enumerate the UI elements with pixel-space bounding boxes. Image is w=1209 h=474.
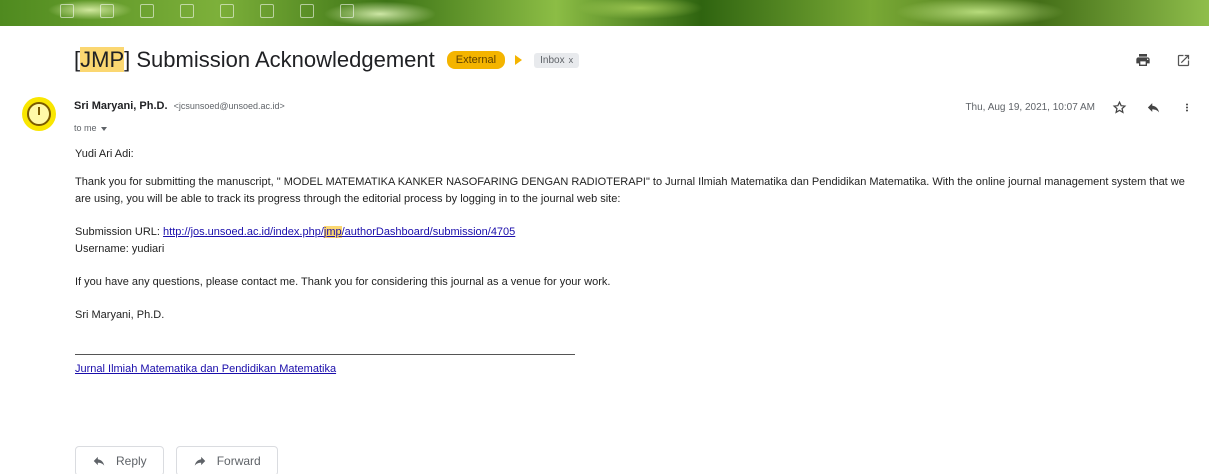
submission-url-link[interactable]: http://jos.unsoed.ac.id/index.php/jmp/au… bbox=[163, 226, 515, 238]
url-part-end: /authorDashboard/submission/4705 bbox=[341, 226, 516, 238]
message-body: Yudi Ari Adi: Thank you for submitting t… bbox=[75, 146, 1195, 378]
toolbar-icons bbox=[60, 4, 354, 18]
sender-email: <jcsunsoed@unsoed.ac.id> bbox=[173, 101, 285, 111]
toolbar-icon[interactable] bbox=[180, 4, 194, 18]
journal-link[interactable]: Jurnal Ilmiah Matematika dan Pendidikan … bbox=[75, 363, 336, 375]
remove-label-icon[interactable]: x bbox=[569, 55, 574, 65]
submission-url-line: Submission URL: http://jos.unsoed.ac.id/… bbox=[75, 224, 1195, 241]
forward-label: Forward bbox=[216, 454, 261, 468]
external-badge: External bbox=[446, 51, 506, 69]
sender-avatar[interactable] bbox=[22, 97, 56, 131]
message-date: Thu, Aug 19, 2021, 10:07 AM bbox=[965, 101, 1095, 113]
theme-banner bbox=[0, 0, 1209, 26]
thread-actions bbox=[1133, 50, 1193, 70]
email-view: [JMP] Submission Acknowledgement Externa… bbox=[0, 0, 1209, 474]
print-button[interactable] bbox=[1133, 50, 1153, 70]
star-icon bbox=[1112, 100, 1126, 114]
subject-row: [JMP] Submission Acknowledgement Externa… bbox=[74, 44, 580, 76]
open-in-new-window-button[interactable] bbox=[1173, 50, 1193, 70]
subject-text: Submission Acknowledgement bbox=[130, 47, 435, 72]
sender-info: Sri Maryani, Ph.D. <jcsunsoed@unsoed.ac.… bbox=[74, 100, 285, 112]
inbox-label-text: Inbox bbox=[540, 54, 565, 66]
inbox-label-chip[interactable]: Inbox x bbox=[534, 52, 580, 68]
forward-action-button[interactable]: Forward bbox=[175, 446, 278, 474]
body-paragraph-1: Thank you for submitting the manuscript,… bbox=[75, 176, 1185, 205]
important-marker-icon[interactable] bbox=[515, 55, 523, 65]
signature-name: Sri Maryani, Ph.D. bbox=[75, 309, 165, 321]
toolbar-icon[interactable] bbox=[220, 4, 234, 18]
reply-forward-bar: Reply Forward bbox=[75, 446, 278, 474]
username-line: Username: yudiari bbox=[75, 243, 165, 255]
open-in-new-icon bbox=[1177, 54, 1189, 66]
greeting: Yudi Ari Adi: bbox=[75, 148, 134, 160]
recipient-text: to me bbox=[74, 123, 97, 133]
chevron-down-icon bbox=[100, 126, 107, 131]
reply-button[interactable] bbox=[1143, 97, 1163, 117]
url-part-start: http://jos.unsoed.ac.id/index.php/ bbox=[163, 226, 324, 238]
toolbar-icon[interactable] bbox=[300, 4, 314, 18]
body-paragraph-2: If you have any questions, please contac… bbox=[75, 276, 611, 288]
signature-divider bbox=[75, 354, 575, 355]
forward-icon bbox=[194, 456, 205, 466]
more-options-button[interactable] bbox=[1177, 97, 1197, 117]
toolbar-icon[interactable] bbox=[260, 4, 274, 18]
reply-action-button[interactable]: Reply bbox=[75, 446, 164, 474]
more-vert-icon bbox=[1186, 103, 1188, 111]
toolbar-icon[interactable] bbox=[100, 4, 114, 18]
email-subject: [JMP] Submission Acknowledgement bbox=[74, 47, 435, 73]
university-logo-icon bbox=[27, 102, 51, 126]
reply-label: Reply bbox=[116, 454, 147, 468]
print-icon bbox=[1136, 54, 1150, 66]
recipient-details-toggle[interactable]: to me bbox=[74, 123, 107, 133]
message-meta: Thu, Aug 19, 2021, 10:07 AM bbox=[965, 97, 1197, 117]
reply-icon bbox=[1147, 102, 1159, 112]
subject-search-highlight: JMP bbox=[80, 47, 125, 72]
url-search-highlight: jmp bbox=[323, 226, 342, 238]
submission-url-label: Submission URL: bbox=[75, 226, 164, 238]
toolbar-icon[interactable] bbox=[340, 4, 354, 18]
reply-icon bbox=[93, 456, 105, 466]
toolbar-icon[interactable] bbox=[60, 4, 74, 18]
toolbar-icon[interactable] bbox=[140, 4, 154, 18]
sender-name[interactable]: Sri Maryani, Ph.D. bbox=[74, 100, 168, 112]
star-button[interactable] bbox=[1109, 97, 1129, 117]
